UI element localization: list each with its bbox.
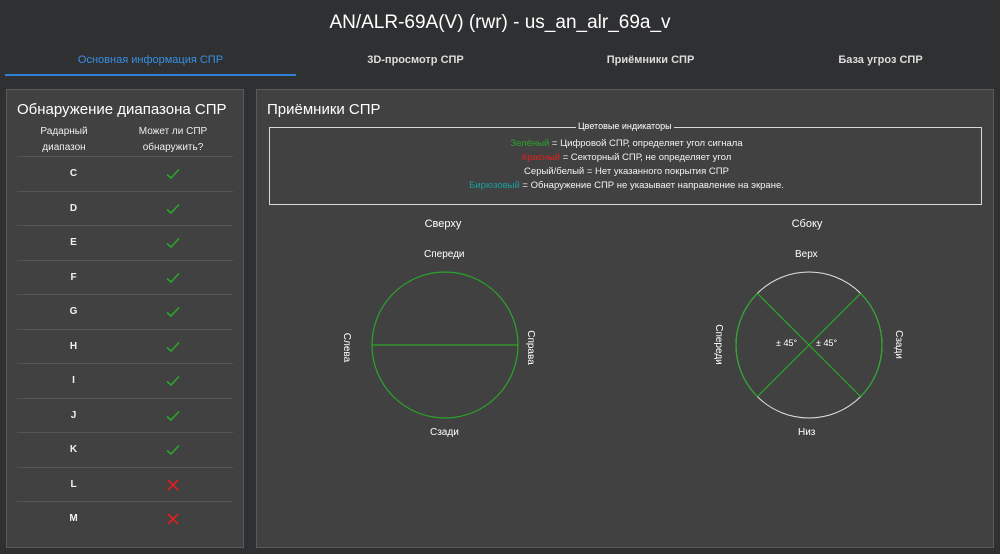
check-icon [166, 410, 180, 421]
cross-icon [167, 513, 179, 525]
table-row: I [17, 363, 233, 398]
col-header-band: Радарный диапазон [40, 126, 88, 153]
check-icon [166, 203, 180, 214]
check-icon [166, 444, 180, 456]
table-row: L [17, 466, 233, 502]
legend-red: Красный = Секторный СПР, не определяет у… [521, 152, 732, 163]
col-header-detect: Может ли СПР обнаружить? [138, 126, 208, 153]
legend-title: Цветовые индикаторы [576, 121, 674, 131]
cross-icon [167, 478, 179, 491]
table-row: E [17, 225, 233, 260]
band-label: I [72, 375, 75, 386]
side-view-bottom-label: Низ [798, 427, 816, 438]
band-label: C [69, 168, 78, 179]
side-view-title: Сбоку [791, 218, 823, 230]
side-view-front-label: Спереди [712, 324, 724, 365]
check-icon [166, 306, 180, 318]
side-view-diagram [735, 271, 883, 419]
table-row: C [17, 156, 233, 191]
band-detection-panel: Обнаружение диапазона СПР Радарный диапа… [6, 89, 244, 548]
window-title: AN/ALR-69A(V) (rwr) - us_an_alr_69a_v [329, 12, 671, 33]
legend-gray: Серый/белый = Нет указанного покрытия СП… [524, 166, 729, 177]
side-view-back-label: Сзади [892, 330, 904, 359]
check-icon [166, 341, 180, 352]
top-view-left-label: Слева [341, 332, 353, 363]
tab-bar: Основная информация СПР 3D-просмотр СПР … [0, 44, 1000, 76]
top-view-title: Сверху [424, 218, 462, 230]
check-icon [166, 272, 180, 283]
band-detection-title: Обнаружение диапазона СПР [17, 101, 227, 118]
band-label: G [69, 306, 78, 317]
table-row: M [17, 501, 233, 536]
band-label: M [69, 513, 78, 524]
active-tab-indicator [5, 74, 296, 76]
check-icon [166, 168, 180, 180]
band-label: E [70, 237, 77, 248]
band-label: J [70, 409, 77, 421]
tab-main-info[interactable]: Основная информация СПР [5, 44, 296, 76]
table-row: J [17, 397, 233, 433]
band-label: F [70, 271, 77, 283]
table-row: G [17, 294, 233, 329]
receivers-panel: Приёмники СПР Цветовые индикаторы Зелёны… [256, 89, 994, 548]
check-icon [166, 375, 180, 387]
side-view-front-arc [735, 292, 758, 398]
top-view-front-label: Спереди [424, 249, 465, 260]
top-view-right-label: Справа [524, 330, 536, 365]
tab-threat-db[interactable]: База угроз СПР [735, 44, 1000, 76]
check-icon [166, 237, 180, 249]
table-row: D [17, 190, 233, 226]
band-label: K [69, 444, 78, 455]
band-label: L [70, 478, 77, 490]
legend-teal: Бирюзовый = Обнаружение СПР не указывает… [469, 180, 784, 191]
table-row: F [17, 259, 233, 295]
table-row: H [17, 328, 233, 364]
receivers-title: Приёмники СПР [267, 101, 381, 118]
band-label: H [69, 340, 78, 352]
side-view-top-label: Верх [795, 249, 818, 260]
legend-green: Зелёный = Цифровой СПР, определяет угол … [510, 138, 743, 149]
top-view-diagram [371, 271, 519, 419]
side-view-back-arc [860, 292, 883, 398]
table-row: K [17, 432, 233, 467]
color-legend: Цветовые индикаторы Зелёный = Цифровой С… [269, 121, 982, 205]
band-label: D [69, 202, 78, 214]
top-view-back-label: Сзади [430, 427, 459, 438]
